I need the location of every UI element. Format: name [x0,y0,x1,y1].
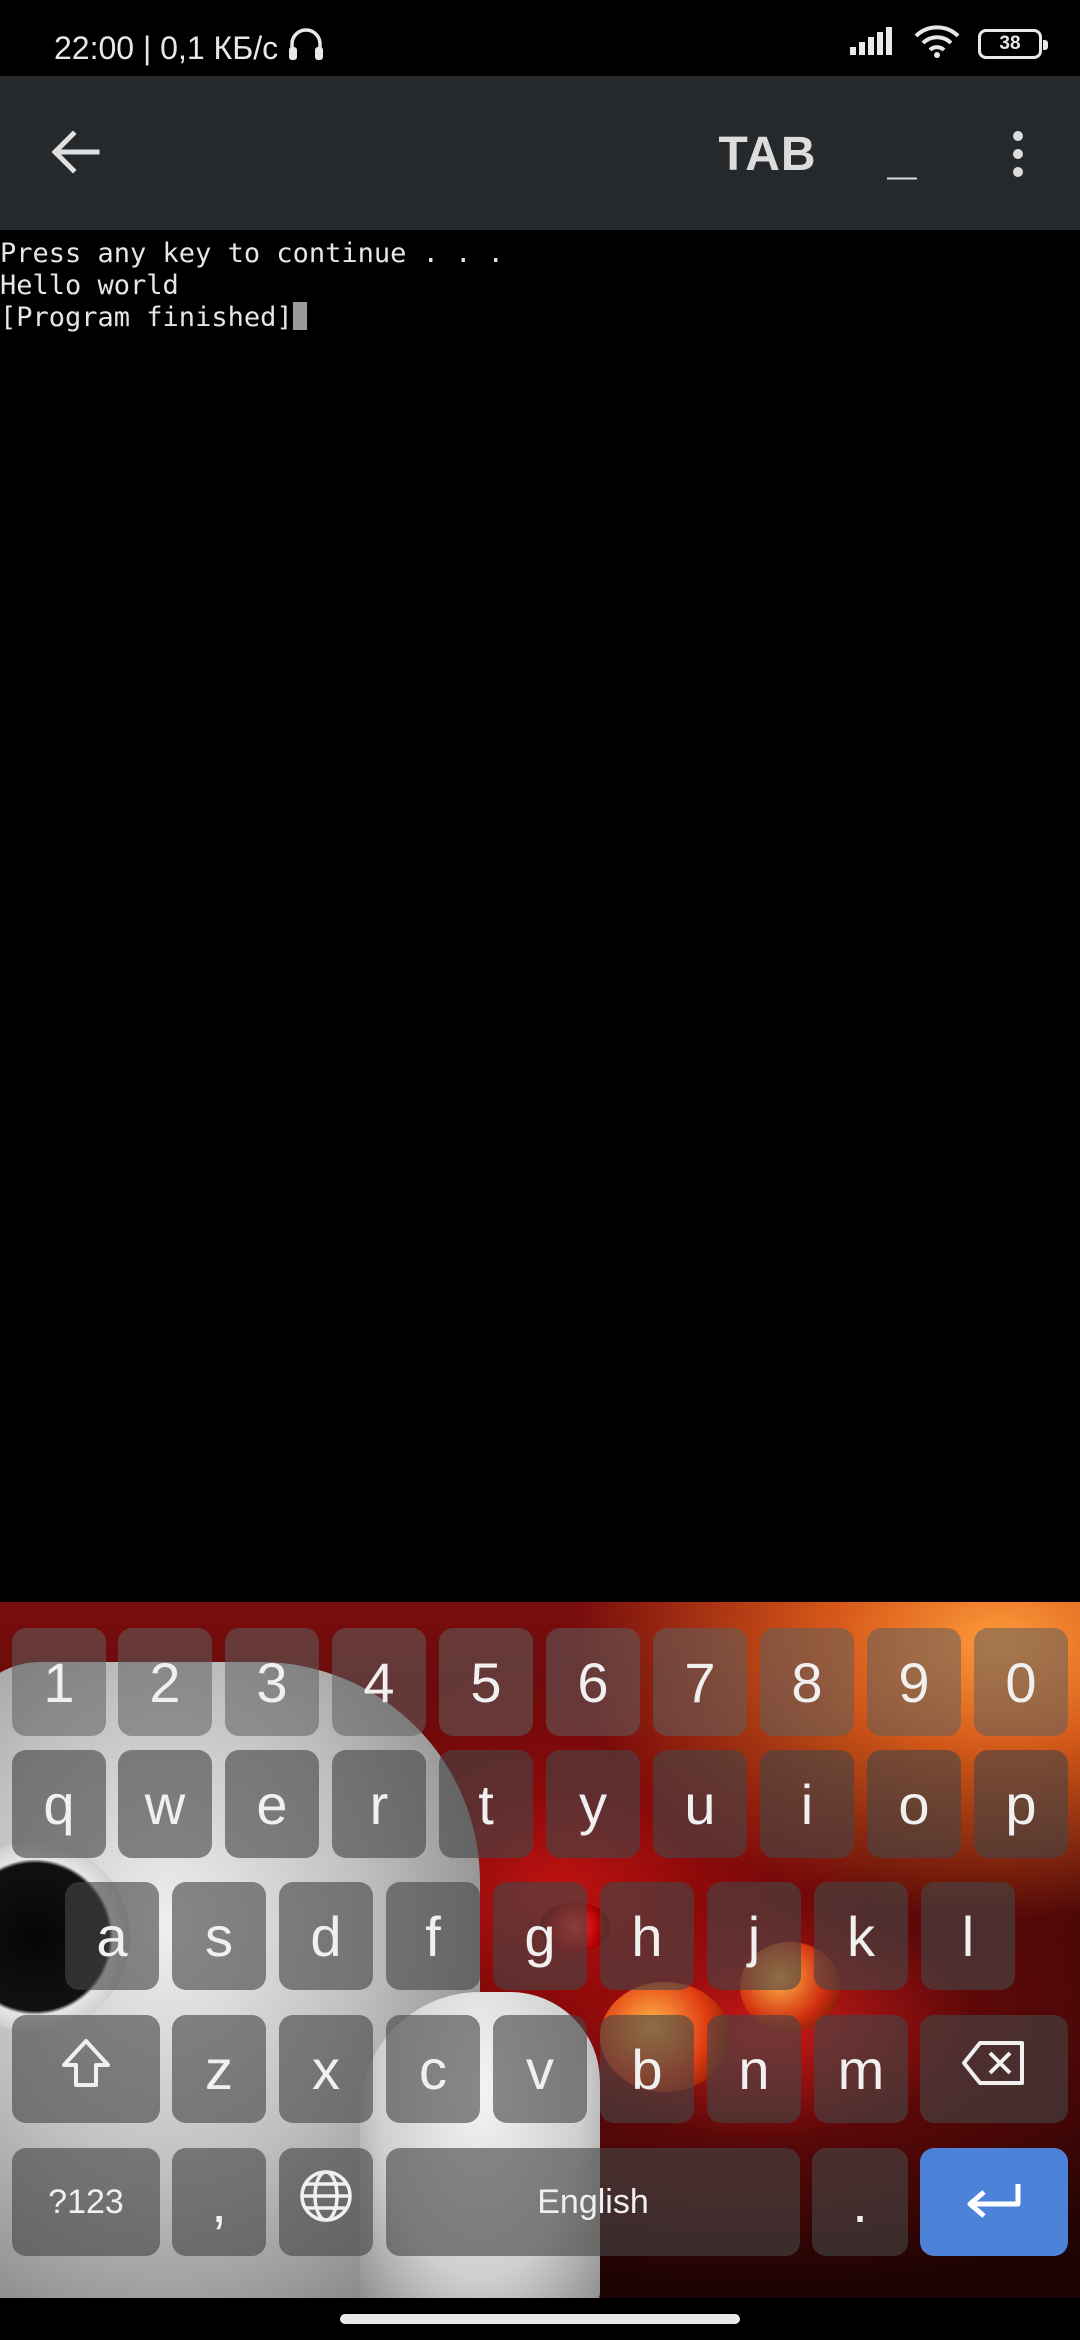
more-menu-button[interactable] [990,122,1046,186]
key-v[interactable]: v [493,2015,587,2123]
enter-icon [962,2170,1026,2235]
key-h[interactable]: h [600,1882,694,1990]
key-z[interactable]: z [172,2015,266,2123]
key-n[interactable]: n [707,2015,801,2123]
key-x[interactable]: x [279,2015,373,2123]
enter-key[interactable] [920,2148,1068,2256]
backspace-icon [960,2037,1028,2102]
key-e[interactable]: e [225,1750,319,1858]
key-g[interactable]: g [493,1882,587,1990]
key-7[interactable]: 7 [653,1628,747,1736]
terminal-line-text: [Program finished] [0,302,293,333]
key-8[interactable]: 8 [760,1628,854,1736]
status-time-speed: 22:00 | 0,1 КБ/с [54,29,279,66]
key-d[interactable]: d [279,1882,373,1990]
symbols-key[interactable]: ?123 [12,2148,160,2256]
key-s[interactable]: s [172,1882,266,1990]
key-u[interactable]: u [653,1750,747,1858]
status-bar: 22:00 | 0,1 КБ/с 38 [0,0,1080,76]
key-p[interactable]: p [974,1750,1068,1858]
home-indicator[interactable] [340,2314,740,2324]
key-3[interactable]: 3 [225,1628,319,1736]
back-button[interactable] [40,119,110,189]
key-l[interactable]: l [921,1882,1015,1990]
key-t[interactable]: t [439,1750,533,1858]
headphones-icon [286,26,326,70]
terminal-line: [Program finished] [0,302,1080,334]
signal-icon [848,25,896,62]
terminal-line: Press any key to continue . . . [0,238,504,269]
key-k[interactable]: k [814,1882,908,1990]
key-y[interactable]: y [546,1750,640,1858]
language-key[interactable] [279,2148,373,2256]
shift-key[interactable] [12,2015,160,2123]
key-1[interactable]: 1 [12,1628,106,1736]
key-6[interactable]: 6 [546,1628,640,1736]
key-r[interactable]: r [332,1750,426,1858]
battery-level: 38 [999,32,1021,54]
toolbar: TAB _ [0,76,1080,230]
backspace-key[interactable] [920,2015,1068,2123]
key-5[interactable]: 5 [439,1628,533,1736]
wifi-icon [914,24,960,63]
globe-icon [297,2167,355,2238]
more-vert-icon [1013,131,1023,141]
key-b[interactable]: b [600,2015,694,2123]
period-key[interactable]: . [812,2148,908,2256]
key-o[interactable]: o [867,1750,961,1858]
shift-icon [58,2035,114,2104]
key-j[interactable]: j [707,1882,801,1990]
key-9[interactable]: 9 [867,1628,961,1736]
underscore-key-button[interactable]: _ [870,122,934,186]
key-f[interactable]: f [386,1882,480,1990]
key-4[interactable]: 4 [332,1628,426,1736]
tab-key-button[interactable]: TAB [700,122,835,186]
terminal-line: Hello world [0,270,179,301]
terminal-cursor [292,302,307,330]
key-0[interactable]: 0 [974,1628,1068,1736]
keyboard: 1 2 3 4 5 6 7 8 9 0 q w e r t y u i o p … [0,1602,1080,2298]
status-right: 38 [848,24,1048,63]
key-a[interactable]: a [65,1882,159,1990]
key-q[interactable]: q [12,1750,106,1858]
space-key[interactable]: English [386,2148,800,2256]
comma-key[interactable]: , [172,2148,266,2256]
back-arrow-icon [49,126,101,183]
status-left: 22:00 | 0,1 КБ/с [54,26,326,70]
key-2[interactable]: 2 [118,1628,212,1736]
terminal-output[interactable]: Press any key to continue . . . Hello wo… [0,230,1080,1602]
key-w[interactable]: w [118,1750,212,1858]
key-c[interactable]: c [386,2015,480,2123]
battery-icon: 38 [978,28,1048,59]
key-i[interactable]: i [760,1750,854,1858]
key-m[interactable]: m [814,2015,908,2123]
